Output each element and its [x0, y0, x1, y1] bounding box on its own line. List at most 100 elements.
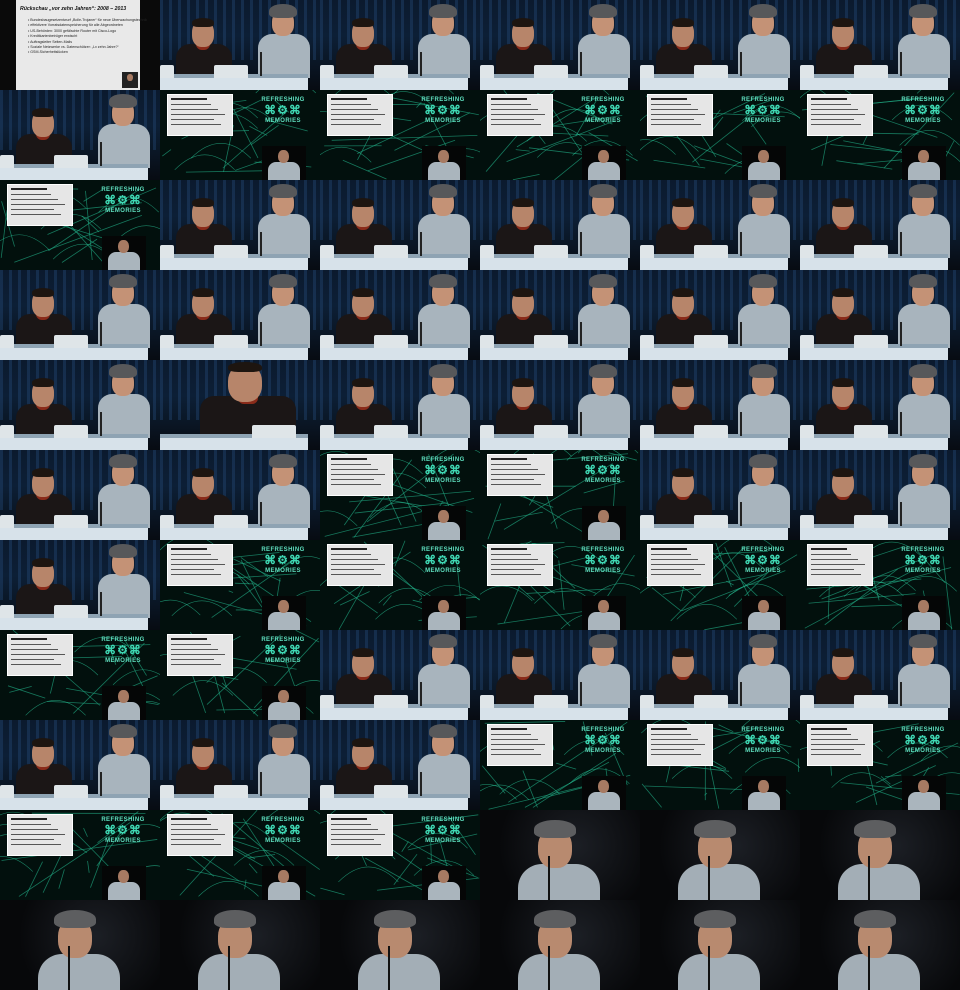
speaker-closeup-thumbnail [320, 900, 480, 990]
event-logo: REFRESHING ⌘⚙⌘ MEMORIES [901, 97, 945, 124]
right-panelist [735, 4, 793, 78]
speaker-closeup-thumbnail [640, 900, 800, 990]
event-logo: REFRESHING ⌘⚙⌘ MEMORIES [261, 817, 305, 844]
event-logo: REFRESHING ⌘⚙⌘ MEMORIES [581, 457, 625, 484]
right-panelist [415, 364, 473, 438]
speaker-closeup-thumbnail [160, 900, 320, 990]
slide-thumbnail: REFRESHING ⌘⚙⌘ MEMORIES [320, 450, 480, 540]
right-panelist [735, 634, 793, 708]
slide-preview [327, 454, 393, 496]
speaker-inset [582, 506, 626, 540]
panel-thumbnail [640, 630, 800, 720]
event-logo: REFRESHING ⌘⚙⌘ MEMORIES [421, 817, 465, 844]
slide-preview [487, 724, 553, 766]
slide-full-thumbnail: Rückschau „vor zehn Jahren“: 2008 – 2013… [0, 0, 160, 90]
right-panelist [95, 454, 153, 528]
event-logo: REFRESHING ⌘⚙⌘ MEMORIES [741, 97, 785, 124]
panel-thumbnail [800, 630, 960, 720]
panel-thumbnail [800, 180, 960, 270]
slide-thumbnail: REFRESHING ⌘⚙⌘ MEMORIES [640, 90, 800, 180]
slide-thumbnail: REFRESHING ⌘⚙⌘ MEMORIES [160, 630, 320, 720]
panel-thumbnail [0, 270, 160, 360]
right-panelist [415, 4, 473, 78]
event-logo: REFRESHING ⌘⚙⌘ MEMORIES [741, 547, 785, 574]
right-panelist [95, 544, 153, 618]
slide-preview [487, 94, 553, 136]
panel-thumbnail [320, 180, 480, 270]
panel-thumbnail [480, 270, 640, 360]
speaker-inset [902, 776, 946, 810]
panel-thumbnail [640, 270, 800, 360]
event-logo: REFRESHING ⌘⚙⌘ MEMORIES [901, 727, 945, 754]
speaker-inset [422, 506, 466, 540]
slide-thumbnail: REFRESHING ⌘⚙⌘ MEMORIES [160, 810, 320, 900]
event-logo: REFRESHING ⌘⚙⌘ MEMORIES [421, 97, 465, 124]
panel-thumbnail [480, 0, 640, 90]
speaker-inset [422, 596, 466, 630]
slide-title: Rückschau „vor zehn Jahren“: 2008 – 2013 [20, 6, 127, 12]
slide-thumbnail: REFRESHING ⌘⚙⌘ MEMORIES [480, 540, 640, 630]
panel-thumbnail [640, 180, 800, 270]
panel-thumbnail [640, 360, 800, 450]
slide-thumbnail: REFRESHING ⌘⚙⌘ MEMORIES [800, 90, 960, 180]
panel-closeup-thumbnail [160, 360, 320, 450]
event-logo: REFRESHING ⌘⚙⌘ MEMORIES [261, 637, 305, 664]
speaker-closeup-thumbnail [800, 810, 960, 900]
right-panelist [415, 184, 473, 258]
panel-thumbnail [320, 270, 480, 360]
right-panelist [895, 274, 953, 348]
slide-page: Rückschau „vor zehn Jahren“: 2008 – 2013… [16, 0, 147, 90]
panel-thumbnail [0, 540, 160, 630]
slide-thumbnail: REFRESHING ⌘⚙⌘ MEMORIES [480, 720, 640, 810]
panel-thumbnail [160, 180, 320, 270]
right-panelist [415, 724, 473, 798]
right-panelist [575, 4, 633, 78]
speaker-closeup-thumbnail [640, 810, 800, 900]
slide-preview [167, 814, 233, 856]
panel-thumbnail [0, 90, 160, 180]
speaker-inset [902, 596, 946, 630]
speaker-inset [102, 866, 146, 900]
speaker-closeup-thumbnail [480, 810, 640, 900]
slide-preview [7, 814, 73, 856]
panel-thumbnail [480, 360, 640, 450]
speaker-inset [262, 596, 306, 630]
speaker-inset [122, 72, 138, 88]
slide-preview [167, 94, 233, 136]
panel-thumbnail [800, 450, 960, 540]
right-panelist [895, 454, 953, 528]
right-panelist [735, 364, 793, 438]
speaker-closeup-thumbnail [0, 900, 160, 990]
panel-thumbnail [160, 0, 320, 90]
speaker-closeup-thumbnail [480, 900, 640, 990]
panel-thumbnail [480, 630, 640, 720]
panel-thumbnail [640, 0, 800, 90]
slide-preview [167, 544, 233, 586]
right-panelist [735, 454, 793, 528]
speaker-inset [742, 146, 786, 180]
event-logo: REFRESHING ⌘⚙⌘ MEMORIES [101, 817, 145, 844]
panel-thumbnail [0, 360, 160, 450]
panel-thumbnail [320, 360, 480, 450]
speaker-inset [102, 686, 146, 720]
speaker-inset [582, 596, 626, 630]
right-panelist [575, 274, 633, 348]
right-panelist [895, 634, 953, 708]
right-panelist [575, 184, 633, 258]
panel-thumbnail [160, 450, 320, 540]
right-panelist [95, 94, 153, 168]
slide-thumbnail: REFRESHING ⌘⚙⌘ MEMORIES [480, 90, 640, 180]
slide-preview [327, 544, 393, 586]
event-logo: REFRESHING ⌘⚙⌘ MEMORIES [421, 457, 465, 484]
right-panelist [255, 454, 313, 528]
slide-preview [647, 544, 713, 586]
right-panelist [895, 364, 953, 438]
speaker-inset [102, 236, 146, 270]
speaker-inset [742, 776, 786, 810]
slide-thumbnail: REFRESHING ⌘⚙⌘ MEMORIES [0, 180, 160, 270]
slide-thumbnail: REFRESHING ⌘⚙⌘ MEMORIES [0, 630, 160, 720]
right-panelist [95, 364, 153, 438]
speaker-inset [262, 146, 306, 180]
speaker-inset [902, 146, 946, 180]
speaker-inset [422, 866, 466, 900]
